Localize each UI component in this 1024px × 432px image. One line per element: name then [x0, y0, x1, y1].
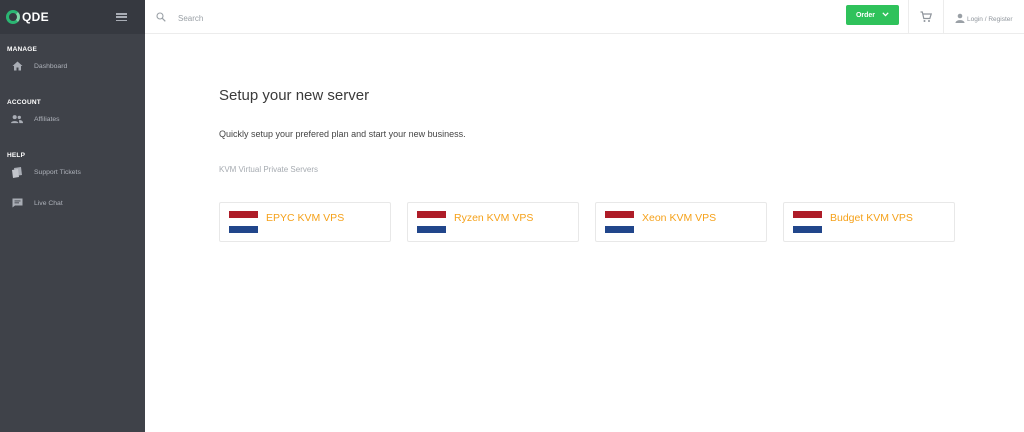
chat-icon — [11, 198, 23, 208]
product-card-epyc[interactable]: EPYC KVM VPS — [219, 202, 391, 242]
order-button-label: Order — [855, 11, 876, 19]
divider — [908, 0, 909, 34]
sidebar-item-live-chat[interactable]: Live Chat — [0, 194, 145, 212]
sidebar: QDE MANAGE Dashboard ACCOUNT Affiliates … — [0, 0, 145, 432]
logo[interactable]: QDE — [6, 10, 49, 24]
section-title-help: HELP — [7, 152, 26, 159]
page-subtitle: Quickly setup your prefered plan and sta… — [219, 129, 466, 139]
product-card-budget[interactable]: Budget KVM VPS — [783, 202, 955, 242]
sidebar-item-label: Support Tickets — [34, 168, 81, 176]
sidebar-item-label: Live Chat — [34, 199, 63, 207]
netherlands-flag-icon — [229, 211, 258, 233]
sidebar-item-label: Dashboard — [34, 62, 68, 70]
cart-icon[interactable] — [920, 10, 933, 22]
main-content: Setup your new server Quickly setup your… — [145, 34, 1024, 432]
brand-bar: QDE — [0, 0, 145, 34]
sidebar-item-dashboard[interactable]: Dashboard — [0, 57, 145, 75]
login-register-label: Login / Register — [967, 15, 1013, 23]
product-name: Xeon KVM VPS — [642, 212, 717, 224]
top-bar: Order Login / Register — [145, 0, 1024, 34]
product-name: Ryzen KVM VPS — [454, 212, 534, 224]
search-box — [156, 9, 378, 27]
divider — [943, 0, 944, 34]
section-title-manage: MANAGE — [7, 46, 38, 53]
netherlands-flag-icon — [417, 211, 446, 233]
sidebar-item-affiliates[interactable]: Affiliates — [0, 110, 145, 128]
product-name: Budget KVM VPS — [830, 212, 913, 224]
section-title-account: ACCOUNT — [7, 99, 41, 106]
search-input[interactable] — [178, 13, 378, 23]
logo-text: QDE — [22, 10, 49, 24]
category-heading: KVM Virtual Private Servers — [219, 165, 318, 174]
netherlands-flag-icon — [793, 211, 822, 233]
login-register-link[interactable]: Login / Register — [955, 10, 1013, 28]
order-button[interactable]: Order — [846, 5, 899, 25]
sidebar-item-label: Affiliates — [34, 115, 60, 123]
menu-toggle-icon[interactable] — [116, 13, 127, 21]
user-icon — [955, 10, 965, 28]
page-title: Setup your new server — [219, 87, 370, 104]
tickets-icon — [11, 166, 23, 178]
netherlands-flag-icon — [605, 211, 634, 233]
product-card-ryzen[interactable]: Ryzen KVM VPS — [407, 202, 579, 242]
sidebar-item-support-tickets[interactable]: Support Tickets — [0, 163, 145, 181]
chevron-down-icon — [882, 11, 889, 19]
users-icon — [11, 114, 23, 124]
product-name: EPYC KVM VPS — [266, 212, 345, 224]
logo-icon — [6, 10, 20, 24]
product-card-xeon[interactable]: Xeon KVM VPS — [595, 202, 767, 242]
search-icon — [156, 9, 166, 27]
home-icon — [11, 61, 23, 71]
